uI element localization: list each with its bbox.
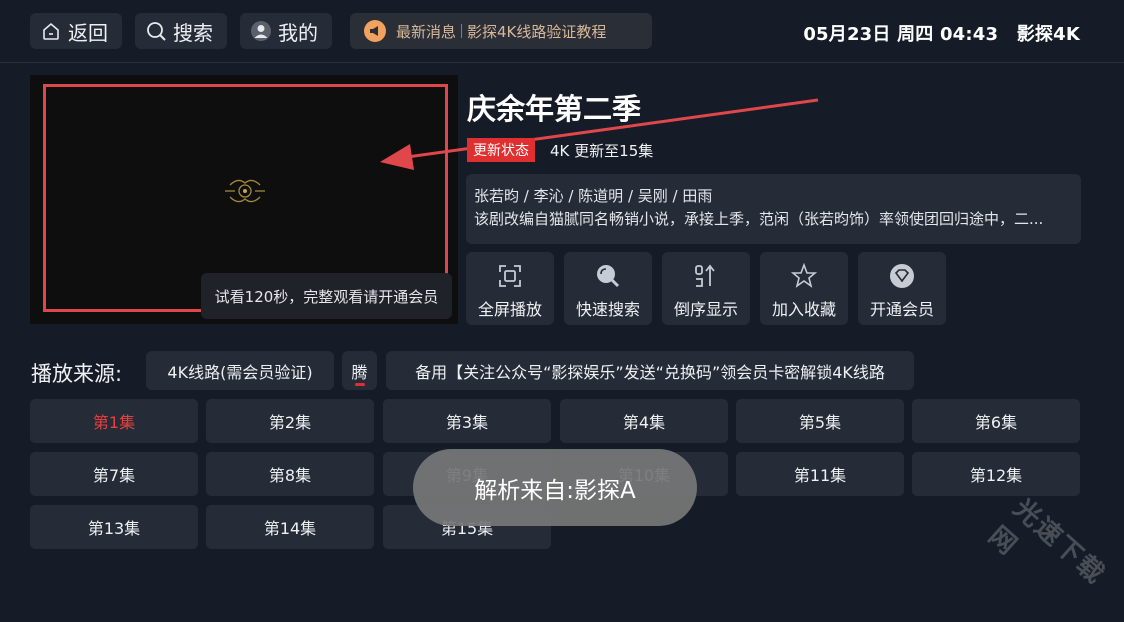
- star-icon: [791, 263, 817, 288]
- action-bar: 全屏播放 快速搜索 倒序显示 加入收藏 开通会员: [466, 252, 946, 325]
- fullscreen-icon: [499, 265, 521, 287]
- episode-button[interactable]: 第14集: [206, 505, 374, 549]
- user-icon: [251, 21, 271, 41]
- episode-button[interactable]: 第13集: [30, 505, 198, 549]
- vip-icon: [890, 264, 914, 288]
- datetime: 05月23日 周四 04:43: [803, 24, 999, 45]
- source-name: 4K线路(需会员验证): [167, 362, 313, 382]
- back-button[interactable]: 返回: [30, 13, 122, 49]
- toast-message: 解析来自:影探A: [413, 449, 697, 526]
- source-tencent[interactable]: 腾: [342, 351, 377, 390]
- episode-button[interactable]: 第2集: [206, 399, 374, 443]
- source-4k[interactable]: 4K线路(需会员验证): [146, 351, 334, 390]
- megaphone-icon: [364, 20, 386, 42]
- video-logo-icon: [225, 179, 265, 203]
- episode-button[interactable]: 第5集: [736, 399, 904, 443]
- action-label: 全屏播放: [477, 300, 542, 319]
- selected-indicator: [354, 383, 365, 386]
- top-bar: 返回 搜索 我的 最新消息 影探4K线路验证教程 05月23日 周四 04:43…: [0, 0, 1124, 62]
- action-label: 开通会员: [869, 300, 934, 319]
- episode-button[interactable]: 第8集: [206, 452, 374, 496]
- notice-text: 影探4K线路验证教程: [467, 22, 607, 41]
- trial-notice: 试看120秒，完整观看请开通会员: [201, 273, 452, 319]
- quick-search-button[interactable]: 快速搜索: [564, 252, 652, 325]
- sort-icon: [695, 264, 715, 287]
- episode-button[interactable]: 第3集: [383, 399, 551, 443]
- show-title: 庆余年第二季: [467, 92, 642, 126]
- synopsis: 该剧改编自猫腻同名畅销小说，承接上季，范闲（张若昀饰）率领使团回归途中，二...: [474, 210, 1044, 228]
- search-button[interactable]: 搜索: [135, 13, 227, 49]
- news-notice[interactable]: 最新消息 影探4K线路验证教程: [350, 13, 652, 49]
- source-backup[interactable]: 备用【关注公众号“影探娱乐”发送“兑换码”领会员卡密解锁4K线路: [386, 351, 914, 390]
- search-label: 搜索: [173, 20, 213, 45]
- app-name: 影探4K: [1016, 24, 1080, 45]
- episode-button[interactable]: 第1集: [30, 399, 198, 443]
- notice-separator: [461, 24, 463, 38]
- action-label: 加入收藏: [771, 300, 836, 319]
- notice-title: 最新消息: [396, 22, 457, 41]
- header-divider: [0, 62, 1124, 63]
- episode-button[interactable]: 第7集: [30, 452, 198, 496]
- profile-label: 我的: [278, 20, 318, 45]
- source-name: 腾: [351, 362, 368, 382]
- episode-button[interactable]: 第4集: [560, 399, 728, 443]
- source-label: 播放来源:: [31, 362, 123, 386]
- cast-list: 张若昀 / 李沁 / 陈道明 / 吴刚 / 田雨: [474, 187, 713, 205]
- home-icon: [43, 22, 59, 40]
- episode-button[interactable]: 第6集: [912, 399, 1080, 443]
- source-name: 备用【关注公众号“影探娱乐”发送“兑换码”领会员卡密解锁4K线路: [415, 362, 885, 382]
- trial-text: 试看120秒，完整观看请开通会员: [214, 287, 439, 306]
- fullscreen-button[interactable]: 全屏播放: [466, 252, 554, 325]
- profile-button[interactable]: 我的: [240, 13, 332, 49]
- favorite-button[interactable]: 加入收藏: [760, 252, 848, 325]
- back-label: 返回: [68, 20, 108, 45]
- action-label: 倒序显示: [673, 300, 738, 319]
- search-icon: [597, 265, 620, 288]
- search-icon: [147, 22, 166, 41]
- vip-button[interactable]: 开通会员: [858, 252, 946, 325]
- update-text: 4K 更新至15集: [550, 142, 654, 160]
- action-label: 快速搜索: [575, 300, 640, 319]
- site-watermark: 光速下载网: [982, 493, 1111, 591]
- status-badge: 更新状态: [467, 138, 535, 162]
- show-description[interactable]: 张若昀 / 李沁 / 陈道明 / 吴刚 / 田雨 该剧改编自猫腻同名畅销小说，承…: [466, 174, 1081, 244]
- episode-button[interactable]: 第11集: [736, 452, 904, 496]
- status-clock: 05月23日 周四 04:43 影探4K: [803, 20, 1080, 46]
- reverse-order-button[interactable]: 倒序显示: [662, 252, 750, 325]
